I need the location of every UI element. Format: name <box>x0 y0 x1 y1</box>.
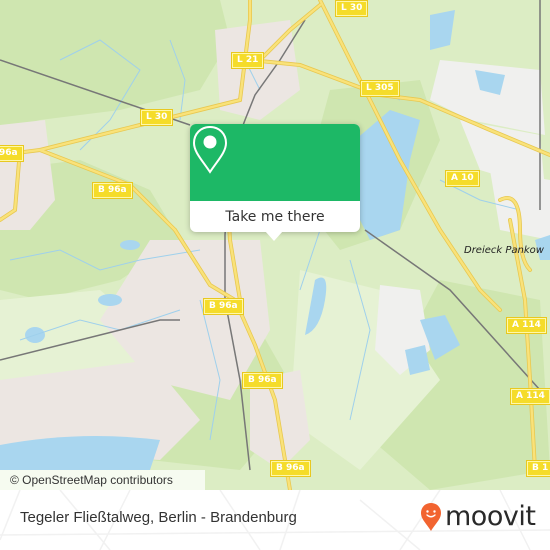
map-view[interactable]: L 30 L 21 L 305 L 30 96a B 96a A 10 B 96… <box>0 0 550 490</box>
road-label-b1: B 1 <box>527 461 550 476</box>
road-label-b96a: B 96a <box>93 183 132 198</box>
road-label-b96a: B 96a <box>243 373 282 388</box>
road-label-a114: A 114 <box>511 389 550 404</box>
moovit-pin-icon <box>421 502 441 531</box>
popup-pointer <box>265 231 283 241</box>
road-label-a114: A 114 <box>507 318 546 333</box>
road-label-l21: L 21 <box>232 53 264 68</box>
place-label-dreieck-pankow: Dreieck Pankow <box>464 245 544 256</box>
road-label-b96a: B 96a <box>271 461 310 476</box>
road-label-a10: A 10 <box>446 171 479 186</box>
road-label-b96a: 96a <box>0 146 23 161</box>
road-label-l30: L 30 <box>141 110 173 125</box>
road-label-l30: L 30 <box>336 1 368 16</box>
moovit-logo[interactable]: moovit <box>420 501 536 532</box>
map-pin-icon <box>192 125 228 174</box>
location-popup: Take me there <box>190 124 360 241</box>
brand-name: moovit <box>445 501 536 532</box>
take-me-there-button[interactable]: Take me there <box>190 201 360 232</box>
attribution-text: © OpenStreetMap contributors <box>10 473 173 487</box>
location-title: Tegeler Fließtalweg, Berlin - Brandenbur… <box>20 509 297 526</box>
road-label-b96a: B 96a <box>204 299 243 314</box>
road-label-l305: L 305 <box>361 81 399 96</box>
popup-header <box>190 124 360 201</box>
footer-bar: Tegeler Fließtalweg, Berlin - Brandenbur… <box>0 490 550 550</box>
map-attribution[interactable]: © OpenStreetMap contributors <box>0 470 205 490</box>
